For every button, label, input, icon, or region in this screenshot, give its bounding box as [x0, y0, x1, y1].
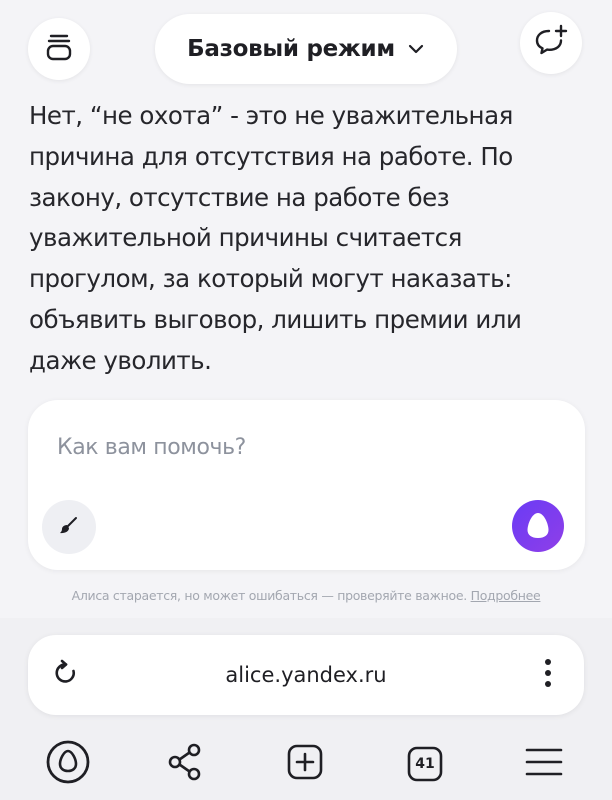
new-chat-button[interactable]	[520, 12, 582, 74]
share-button[interactable]	[158, 736, 214, 792]
message-composer	[28, 400, 585, 570]
share-icon	[166, 742, 206, 786]
tabs-button[interactable]: 41	[397, 736, 453, 792]
brush-icon	[58, 514, 80, 540]
tabs-count: 41	[415, 756, 435, 772]
chevron-down-icon	[407, 40, 425, 59]
hamburger-menu-icon	[524, 745, 564, 783]
top-bar: Базовый режим	[0, 0, 612, 100]
disclaimer: Алиса старается, но может ошибаться — пр…	[0, 588, 612, 603]
mode-label: Базовый режим	[187, 36, 395, 62]
alice-voice-icon	[510, 498, 566, 558]
tabs-icon: 41	[405, 744, 445, 784]
new-chat-icon	[532, 22, 570, 64]
main-menu-button[interactable]	[516, 736, 572, 792]
message-input[interactable]	[55, 426, 539, 468]
chat-history-button[interactable]	[28, 18, 90, 80]
kebab-menu-icon	[544, 658, 552, 692]
browser-chrome: alice.yandex.ru 41	[0, 618, 612, 800]
alice-voice-button[interactable]	[510, 500, 566, 556]
assistant-message: Нет, “не охота” - это не уважительная пр…	[29, 101, 522, 375]
address-bar[interactable]: alice.yandex.ru	[28, 635, 584, 715]
disclaimer-more-link[interactable]: Подробнее	[471, 588, 541, 603]
alice-home-button[interactable]	[40, 736, 96, 792]
brush-button[interactable]	[42, 500, 96, 554]
new-tab-icon	[285, 742, 325, 786]
url-text: alice.yandex.ru	[225, 663, 387, 687]
browser-menu-button[interactable]	[530, 655, 566, 695]
alice-home-icon	[45, 739, 91, 789]
disclaimer-text: Алиса старается, но может ошибаться — пр…	[71, 588, 468, 603]
mode-selector[interactable]: Базовый режим	[155, 14, 457, 84]
new-tab-button[interactable]	[277, 736, 333, 792]
chat-history-icon	[44, 32, 74, 66]
bottom-nav-bar: 41	[0, 726, 612, 800]
